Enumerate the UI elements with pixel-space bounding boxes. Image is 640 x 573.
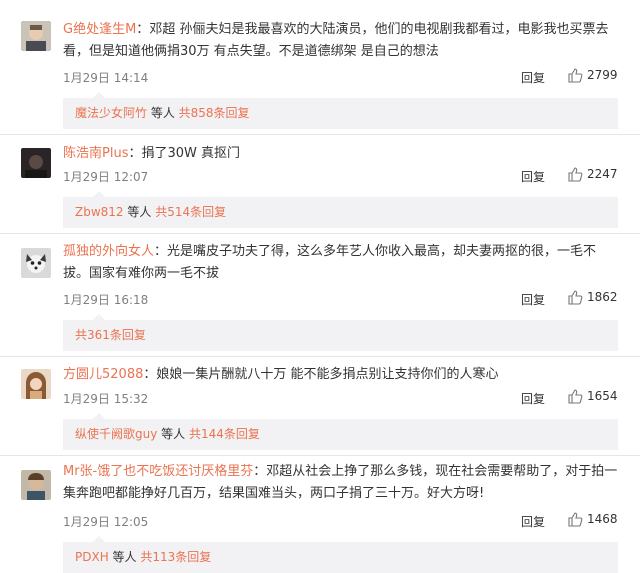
comment-date: 1月29日 14:14 <box>63 71 149 85</box>
comment-date: 1月29日 15:32 <box>63 392 149 406</box>
avatar[interactable] <box>21 248 51 278</box>
comment-username[interactable]: G绝处逢生M <box>63 22 136 37</box>
reply-count-link[interactable]: 共113条回复 <box>140 550 211 564</box>
replies-summary[interactable]: 纵使千阙歌guy 等人 共144条回复 <box>63 413 618 450</box>
comment-date: 1月29日 12:05 <box>63 515 149 529</box>
replies-summary[interactable]: PDXH 等人 共113条回复 <box>63 536 618 573</box>
comment-item: 方圆儿52088：娘娘一集片酬就八十万 能不能多捐点别让支持你们的人寒心 1月2… <box>0 357 640 452</box>
comment-separator: ： <box>143 367 157 382</box>
comment-item: 孤独的外向女人：光是嘴皮子功夫了得，这么多年艺人你收入最高，却夫妻两抠的很，一毛… <box>0 234 640 352</box>
reply-button[interactable]: 回复 <box>521 390 545 407</box>
reply-button[interactable]: 回复 <box>521 69 545 86</box>
comment-text-block: G绝处逢生M：邓超 孙俪夫妇是我最喜欢的大陆演员，他们的电视剧我都看过，电影我也… <box>63 19 622 63</box>
avatar[interactable] <box>21 369 51 399</box>
like-count: 1468 <box>587 512 618 526</box>
comment-username[interactable]: 方圆儿52088 <box>63 367 143 382</box>
reply-button[interactable]: 回复 <box>521 291 545 308</box>
reply-username[interactable]: 魔法少女阿竹 <box>75 106 147 120</box>
comment-separator: ： <box>253 464 267 479</box>
comment-item: 陈浩南Plus：捐了30W 真抠门 1月29日 12:07 回复 2247 Zb… <box>0 135 640 228</box>
reply-count-link[interactable]: 共361条回复 <box>75 328 146 342</box>
like-button[interactable]: 1468 <box>567 511 618 527</box>
replies-summary[interactable]: 共361条回复 <box>63 314 618 351</box>
reply-mid: 等人 <box>123 205 156 219</box>
comment-username[interactable]: Mr张-饿了也不吃饭还讨厌格里芬 <box>63 464 253 479</box>
comment-username[interactable]: 孤独的外向女人 <box>63 244 154 259</box>
comment-content: 捐了30W 真抠门 <box>141 146 241 161</box>
comment-item: Mr张-饿了也不吃饭还讨厌格里芬：邓超从社会上挣了那么多钱，现在社会需要帮助了，… <box>0 456 640 573</box>
comment-text-block: 方圆儿52088：娘娘一集片酬就八十万 能不能多捐点别让支持你们的人寒心 <box>63 364 622 386</box>
reply-username[interactable]: Zbw812 <box>75 205 124 219</box>
comment-separator: ： <box>154 244 168 259</box>
thumbs-up-icon <box>568 389 583 404</box>
avatar[interactable] <box>21 21 51 51</box>
like-button[interactable]: 1862 <box>567 289 618 305</box>
reply-mid: 等人 <box>157 427 189 441</box>
like-count: 1654 <box>587 389 618 403</box>
thumbs-up-icon <box>568 512 583 527</box>
replies-summary[interactable]: 魔法少女阿竹 等人 共858条回复 <box>63 92 618 129</box>
thumbs-up-icon <box>568 167 583 182</box>
reply-username[interactable]: PDXH <box>75 550 109 564</box>
reply-count-link[interactable]: 共144条回复 <box>189 427 260 441</box>
like-button[interactable]: 2799 <box>567 67 618 83</box>
comment-item: G绝处逢生M：邓超 孙俪夫妇是我最喜欢的大陆演员，他们的电视剧我都看过，电影我也… <box>0 0 640 129</box>
avatar[interactable] <box>21 148 51 178</box>
like-button[interactable]: 2247 <box>567 166 618 182</box>
comment-text-block: 孤独的外向女人：光是嘴皮子功夫了得，这么多年艺人你收入最高，却夫妻两抠的很，一毛… <box>63 241 622 285</box>
thumbs-up-icon <box>568 290 583 305</box>
like-count: 2247 <box>587 167 618 181</box>
comment-username[interactable]: 陈浩南Plus <box>63 146 128 161</box>
comment-text-block: 陈浩南Plus：捐了30W 真抠门 <box>63 143 622 165</box>
like-count: 1862 <box>587 290 618 304</box>
comment-separator: ： <box>136 22 150 37</box>
reply-button[interactable]: 回复 <box>521 168 545 185</box>
comment-text-block: Mr张-饿了也不吃饭还讨厌格里芬：邓超从社会上挣了那么多钱，现在社会需要帮助了，… <box>63 461 622 505</box>
replies-summary[interactable]: Zbw812 等人 共514条回复 <box>63 191 618 228</box>
avatar[interactable] <box>21 470 51 500</box>
reply-count-link[interactable]: 共514条回复 <box>155 205 226 219</box>
reply-mid: 等人 <box>147 106 179 120</box>
comment-date: 1月29日 12:07 <box>63 170 149 184</box>
reply-button[interactable]: 回复 <box>521 513 545 530</box>
comment-content: 娘娘一集片酬就八十万 能不能多捐点别让支持你们的人寒心 <box>156 367 499 382</box>
comment-separator: ： <box>128 146 142 161</box>
like-count: 2799 <box>587 68 618 82</box>
thumbs-up-icon <box>568 68 583 83</box>
reply-count-link[interactable]: 共858条回复 <box>179 106 250 120</box>
reply-username[interactable]: 纵使千阙歌guy <box>75 427 157 441</box>
comment-date: 1月29日 16:18 <box>63 293 149 307</box>
reply-mid: 等人 <box>108 550 141 564</box>
like-button[interactable]: 1654 <box>567 388 618 404</box>
